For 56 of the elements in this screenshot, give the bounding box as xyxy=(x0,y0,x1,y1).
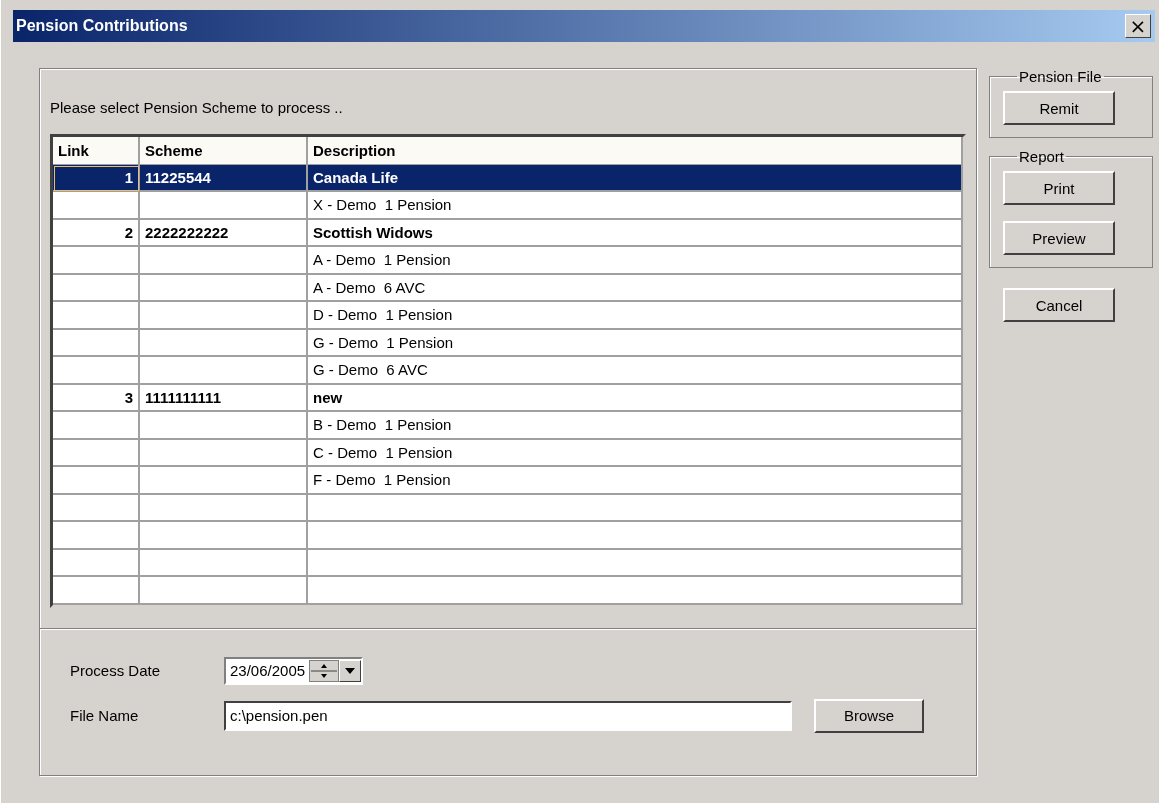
table-cell[interactable]: G - Demo 1 Pension xyxy=(308,329,963,357)
table-cell[interactable] xyxy=(53,247,140,275)
table-cell[interactable] xyxy=(140,274,308,302)
action-button[interactable]: Preview xyxy=(1003,221,1115,255)
table-cell[interactable]: A - Demo 1 Pension xyxy=(308,247,963,275)
spinner-icon[interactable] xyxy=(309,659,340,682)
close-button[interactable]: × xyxy=(1125,14,1151,38)
window-title: Pension Contributions xyxy=(16,17,188,35)
table-cell[interactable] xyxy=(140,439,308,467)
table-cell[interactable]: D - Demo 1 Pension xyxy=(308,302,963,330)
table-cell[interactable] xyxy=(53,192,140,220)
table-cell[interactable]: 11225544 xyxy=(140,164,308,192)
table-cell[interactable] xyxy=(140,247,308,275)
table-cell[interactable]: C - Demo 1 Pension xyxy=(308,439,963,467)
table-cell[interactable]: A - Demo 6 AVC xyxy=(308,274,963,302)
table-cell[interactable] xyxy=(140,412,308,440)
column-header[interactable]: Scheme xyxy=(140,137,308,165)
column-header[interactable]: Description xyxy=(308,137,963,165)
table-cell[interactable]: B - Demo 1 Pension xyxy=(308,412,963,440)
caret-icon xyxy=(345,667,356,674)
table-cell[interactable] xyxy=(140,357,308,385)
column-header[interactable]: Link xyxy=(53,137,140,165)
group-title: Pension File xyxy=(1018,68,1103,85)
table-cell[interactable] xyxy=(140,467,308,495)
table-cell[interactable]: G - Demo 6 AVC xyxy=(308,357,963,385)
group-title: Report xyxy=(1018,148,1066,165)
action-button[interactable]: Remit xyxy=(1003,91,1115,125)
table-cell[interactable]: F - Demo 1 Pension xyxy=(308,467,963,495)
table-cell[interactable]: 2222222222 xyxy=(140,219,308,247)
table-cell[interactable] xyxy=(53,274,140,302)
field-label: File Name xyxy=(70,707,140,724)
date-picker[interactable]: 23/06/2005 xyxy=(224,656,364,685)
table-cell[interactable] xyxy=(53,329,140,357)
table-cell[interactable]: 3 xyxy=(53,384,140,412)
table-cell[interactable] xyxy=(53,357,140,385)
table-cell[interactable] xyxy=(53,439,140,467)
action-button[interactable]: Print xyxy=(1003,171,1115,205)
field-label: Process Date xyxy=(70,662,162,679)
table-cell[interactable]: 1 xyxy=(53,164,140,192)
table-cell[interactable] xyxy=(53,302,140,330)
table-cell[interactable]: X - Demo 1 Pension xyxy=(308,192,963,220)
table-cell[interactable] xyxy=(53,467,140,495)
table-cell[interactable]: new xyxy=(308,384,963,412)
table-cell[interactable] xyxy=(140,302,308,330)
dropdown-button[interactable] xyxy=(339,659,362,682)
file-name-field[interactable]: c:\pension.pen xyxy=(224,700,792,731)
instruction-text: Please select Pension Scheme to process .. xyxy=(50,99,344,116)
table-cell[interactable]: 2 xyxy=(53,219,140,247)
table-cell[interactable] xyxy=(53,412,140,440)
table-cell[interactable]: 1111111111 xyxy=(140,384,308,412)
table-cell[interactable] xyxy=(140,192,308,220)
cancel-button[interactable]: Cancel xyxy=(1003,288,1115,322)
table-cell[interactable] xyxy=(140,329,308,357)
browse-button[interactable]: Browse xyxy=(814,698,924,733)
table-cell[interactable]: Canada Life xyxy=(308,164,963,192)
table-cell[interactable]: Scottish Widows xyxy=(308,219,963,247)
